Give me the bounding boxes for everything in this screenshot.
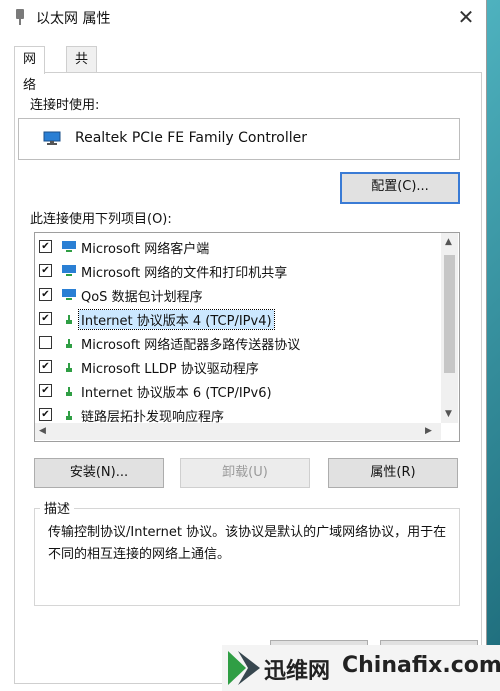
- connect-using-label: 连接时使用:: [30, 98, 100, 113]
- uninstall-button[interactable]: 卸载(U): [180, 458, 310, 488]
- items-label: 此连接使用下列项目(O):: [30, 212, 172, 227]
- adapter-name: Realtek PCIe FE Family Controller: [75, 130, 307, 146]
- item-label: Microsoft 网络客户端: [81, 242, 210, 257]
- adapter-display: Realtek PCIe FE Family Controller: [18, 118, 460, 160]
- protocol-icon: [66, 411, 72, 420]
- properties-dialog: 以太网 属性 ✕ 网络 共享 连接时使用: Realtek PCIe FE Fa…: [0, 0, 487, 691]
- protocol-icon: [66, 315, 72, 324]
- item-checkbox[interactable]: [39, 336, 52, 349]
- scroll-right-icon[interactable]: ▶: [425, 426, 432, 436]
- file-print-sharing-icon: [62, 265, 76, 276]
- item-label: Internet 协议版本 4 (TCP/IPv4): [78, 309, 275, 330]
- description-legend: 描述: [40, 498, 75, 517]
- title-bar: 以太网 属性 ✕: [0, 0, 486, 34]
- watermark-logo-icon: [228, 651, 260, 685]
- protocol-icon: [66, 363, 72, 372]
- item-checkbox[interactable]: ✔: [39, 408, 52, 421]
- item-checkbox[interactable]: ✔: [39, 312, 52, 325]
- watermark-en: Chinafix.com: [342, 653, 500, 678]
- monitor-icon: [43, 131, 61, 145]
- protocol-icon: [66, 387, 72, 396]
- item-label: QoS 数据包计划程序: [81, 290, 203, 305]
- list-item[interactable]: ✔ Microsoft 网络客户端: [35, 235, 439, 259]
- vertical-scrollbar[interactable]: ▲ ▼: [441, 233, 458, 423]
- item-checkbox[interactable]: ✔: [39, 240, 52, 253]
- list-item[interactable]: ✔ Microsoft 网络的文件和打印机共享: [35, 259, 439, 283]
- scroll-left-icon[interactable]: ◀: [39, 426, 46, 436]
- components-list[interactable]: ✔ Microsoft 网络客户端 ✔ Microsoft 网络的文件和打印机共…: [34, 232, 460, 442]
- item-label: Microsoft LLDP 协议驱动程序: [81, 362, 259, 377]
- close-icon[interactable]: ✕: [452, 4, 480, 30]
- description-text: 传输控制协议/Internet 协议。该协议是默认的广域网络协议，用于在不同的相…: [48, 525, 447, 562]
- configure-button[interactable]: 配置(C)...: [340, 172, 460, 204]
- list-item[interactable]: Microsoft 网络适配器多路传送器协议: [35, 331, 439, 355]
- watermark-cn: 迅维网: [264, 659, 331, 684]
- item-label: Microsoft 网络适配器多路传送器协议: [81, 338, 301, 353]
- item-label: Internet 协议版本 6 (TCP/IPv6): [81, 386, 272, 401]
- list-item[interactable]: ✔ Microsoft LLDP 协议驱动程序: [35, 355, 439, 379]
- protocol-icon: [66, 339, 72, 348]
- install-button[interactable]: 安装(N)...: [34, 458, 164, 488]
- scroll-down-icon[interactable]: ▼: [445, 409, 452, 419]
- item-checkbox[interactable]: ✔: [39, 360, 52, 373]
- qos-icon: [62, 289, 76, 300]
- tab-sharing[interactable]: 共享: [66, 46, 98, 93]
- list-item[interactable]: ✔ Internet 协议版本 4 (TCP/IPv4): [35, 307, 439, 331]
- tab-network[interactable]: 网络: [14, 46, 46, 93]
- window-title: 以太网 属性: [36, 11, 111, 27]
- horizontal-scrollbar[interactable]: ◀ ▶: [35, 423, 441, 440]
- scroll-up-icon[interactable]: ▲: [445, 237, 452, 247]
- network-client-icon: [62, 241, 76, 252]
- list-item[interactable]: ✔ Internet 协议版本 6 (TCP/IPv6): [35, 379, 439, 403]
- list-item[interactable]: ✔ QoS 数据包计划程序: [35, 283, 439, 307]
- item-checkbox[interactable]: ✔: [39, 384, 52, 397]
- item-checkbox[interactable]: ✔: [39, 288, 52, 301]
- item-checkbox[interactable]: ✔: [39, 264, 52, 277]
- watermark: 迅维网 Chinafix.com: [222, 645, 500, 691]
- scroll-thumb[interactable]: [444, 255, 455, 373]
- network-adapter-icon: [16, 9, 24, 25]
- item-label: Microsoft 网络的文件和打印机共享: [81, 266, 288, 281]
- properties-button[interactable]: 属性(R): [328, 458, 458, 488]
